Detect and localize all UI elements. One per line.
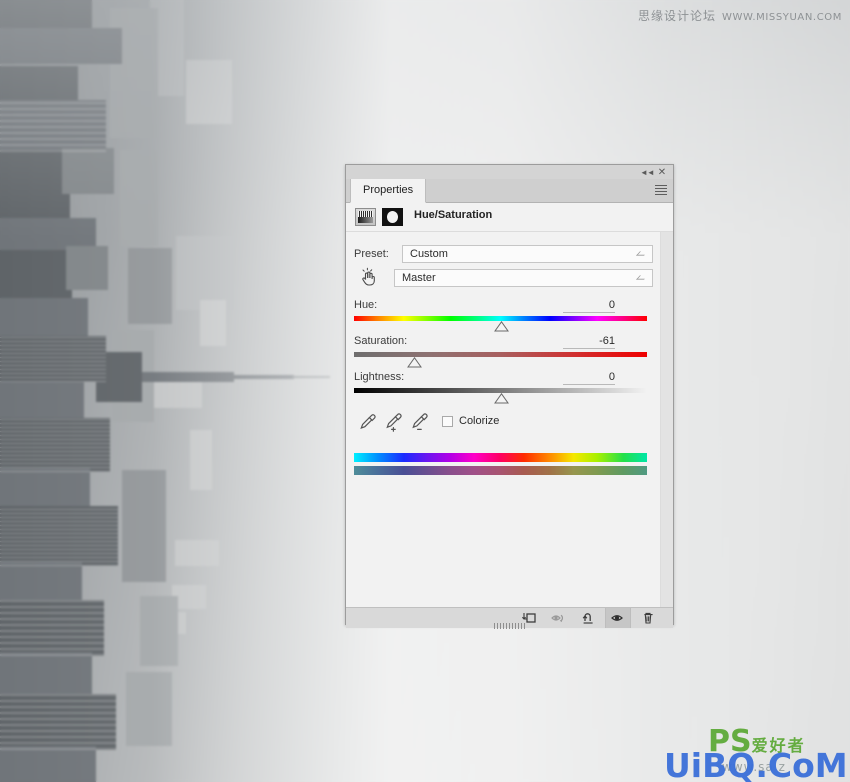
collapse-panel-icon[interactable]: ◄◄	[640, 167, 655, 178]
eyedropper-icon[interactable]	[356, 411, 378, 433]
spectrum-bar-original	[354, 453, 647, 462]
view-previous-state-icon[interactable]	[547, 608, 571, 628]
panel-body: Hue/Saturation Preset: Custom Master Hue…	[346, 203, 673, 608]
saturation-label: Saturation:	[354, 335, 408, 347]
reset-adjustment-icon[interactable]	[577, 608, 601, 628]
lightness-value[interactable]: 0	[563, 371, 615, 385]
lightness-slider-thumb[interactable]	[493, 393, 509, 404]
channel-row: Master	[354, 266, 653, 288]
preset-value: Custom	[410, 248, 448, 260]
adjustment-header: Hue/Saturation	[346, 203, 673, 232]
delete-adjustment-icon[interactable]	[637, 608, 661, 628]
colorize-label: Colorize	[459, 415, 500, 427]
eyedropper-subtract-icon[interactable]	[408, 411, 430, 433]
channel-select[interactable]: Master	[394, 269, 653, 287]
toggle-layer-visibility-icon[interactable]	[605, 608, 631, 628]
saturation-slider-thumb[interactable]	[407, 357, 423, 368]
preset-select[interactable]: Custom	[402, 245, 653, 263]
hue-label: Hue:	[354, 299, 378, 311]
screenshot-root: 思缘设计论坛 WWW.MISSYUAN.COM PS爱好者 www.sa z Ui…	[0, 0, 850, 782]
tab-properties[interactable]: Properties	[350, 179, 427, 203]
spectrum-bar-adjusted	[354, 466, 647, 475]
saturation-slider-track[interactable]	[354, 352, 647, 357]
adjustment-title: Hue/Saturation	[414, 209, 493, 221]
watermark-top-right: 思缘设计论坛 WWW.MISSYUAN.COM	[638, 7, 842, 24]
watermark-forum-name: 思缘设计论坛	[638, 9, 717, 23]
properties-panel: ◄◄ ✕ Properties Hue/Saturation Preset: C…	[345, 164, 674, 629]
watermark-bottom-right: PS爱好者 www.sa z UiBQ.CoM	[664, 724, 848, 782]
chevron-down-icon	[636, 275, 648, 280]
on-image-adjustment-hand-icon[interactable]	[358, 266, 380, 288]
watermark-forum-url: WWW.MISSYUAN.COM	[722, 12, 842, 23]
lightness-label: Lightness:	[354, 371, 405, 383]
eyedropper-add-icon[interactable]	[382, 411, 404, 433]
panel-tab-strip: Properties	[346, 179, 673, 203]
colorize-checkbox[interactable]	[442, 416, 453, 427]
hue-spectrum-bars	[354, 453, 647, 475]
panel-titlebar: ◄◄ ✕	[346, 165, 673, 179]
panel-resize-grip[interactable]	[493, 623, 526, 629]
hue-value[interactable]: 0	[563, 299, 615, 313]
panel-right-gutter	[660, 203, 673, 607]
hamburger-menu-icon[interactable]	[655, 185, 667, 196]
saturation-value[interactable]: -61	[563, 335, 615, 349]
channel-value: Master	[402, 272, 436, 284]
tools-row: Colorize	[354, 411, 653, 433]
hue-saturation-adjustment-icon[interactable]	[355, 208, 376, 226]
watermark-blue-text: UiBQ.CoM	[664, 746, 848, 782]
preset-label: Preset:	[354, 248, 389, 260]
hue-slider-thumb[interactable]	[493, 321, 509, 332]
close-panel-icon[interactable]: ✕	[656, 167, 668, 178]
preset-row: Preset: Custom	[354, 245, 653, 263]
chevron-down-icon	[636, 251, 648, 256]
layer-mask-thumbnail-icon[interactable]	[382, 208, 403, 226]
panel-content: Preset: Custom Master Hue: 0 Saturation:…	[346, 231, 661, 607]
